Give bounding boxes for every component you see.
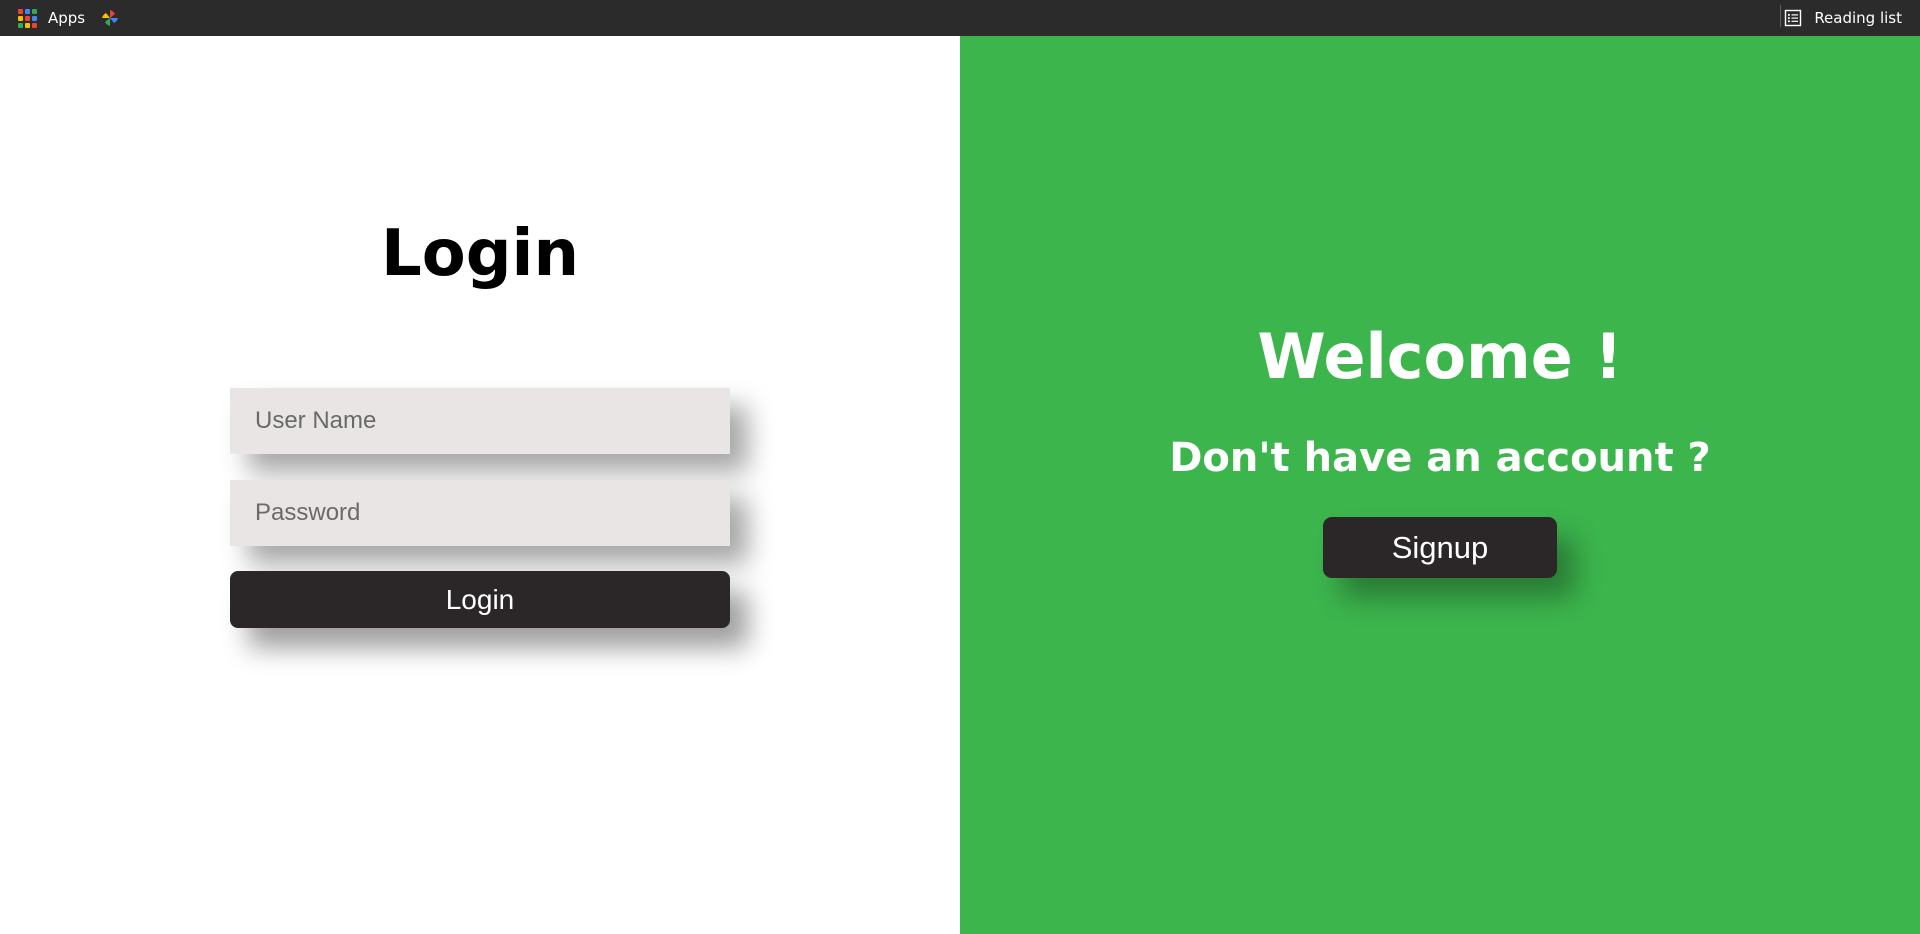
login-panel: Login Login	[0, 36, 960, 934]
reading-list-label: Reading list	[1814, 9, 1902, 27]
login-title: Login	[380, 217, 580, 291]
bookmark-photos[interactable]	[100, 0, 120, 36]
apps-label: Apps	[48, 9, 86, 27]
account-prompt: Don't have an account ?	[1169, 435, 1711, 481]
login-button[interactable]: Login	[230, 571, 730, 628]
apps-grid-icon	[18, 8, 37, 28]
username-input[interactable]	[230, 388, 730, 454]
reading-list-button[interactable]: Reading list	[1784, 0, 1902, 36]
signup-panel: Welcome ! Don't have an account ? Signup	[960, 36, 1920, 934]
photos-pinwheel-icon	[102, 10, 118, 26]
password-input[interactable]	[230, 480, 730, 546]
reading-list-divider	[1780, 5, 1781, 27]
welcome-title: Welcome !	[1257, 320, 1623, 393]
reading-list-icon	[1784, 9, 1802, 27]
bookmark-apps[interactable]: Apps	[18, 0, 85, 36]
bookmarks-bar: Apps Reading list	[0, 0, 1920, 36]
signup-button[interactable]: Signup	[1323, 517, 1557, 578]
